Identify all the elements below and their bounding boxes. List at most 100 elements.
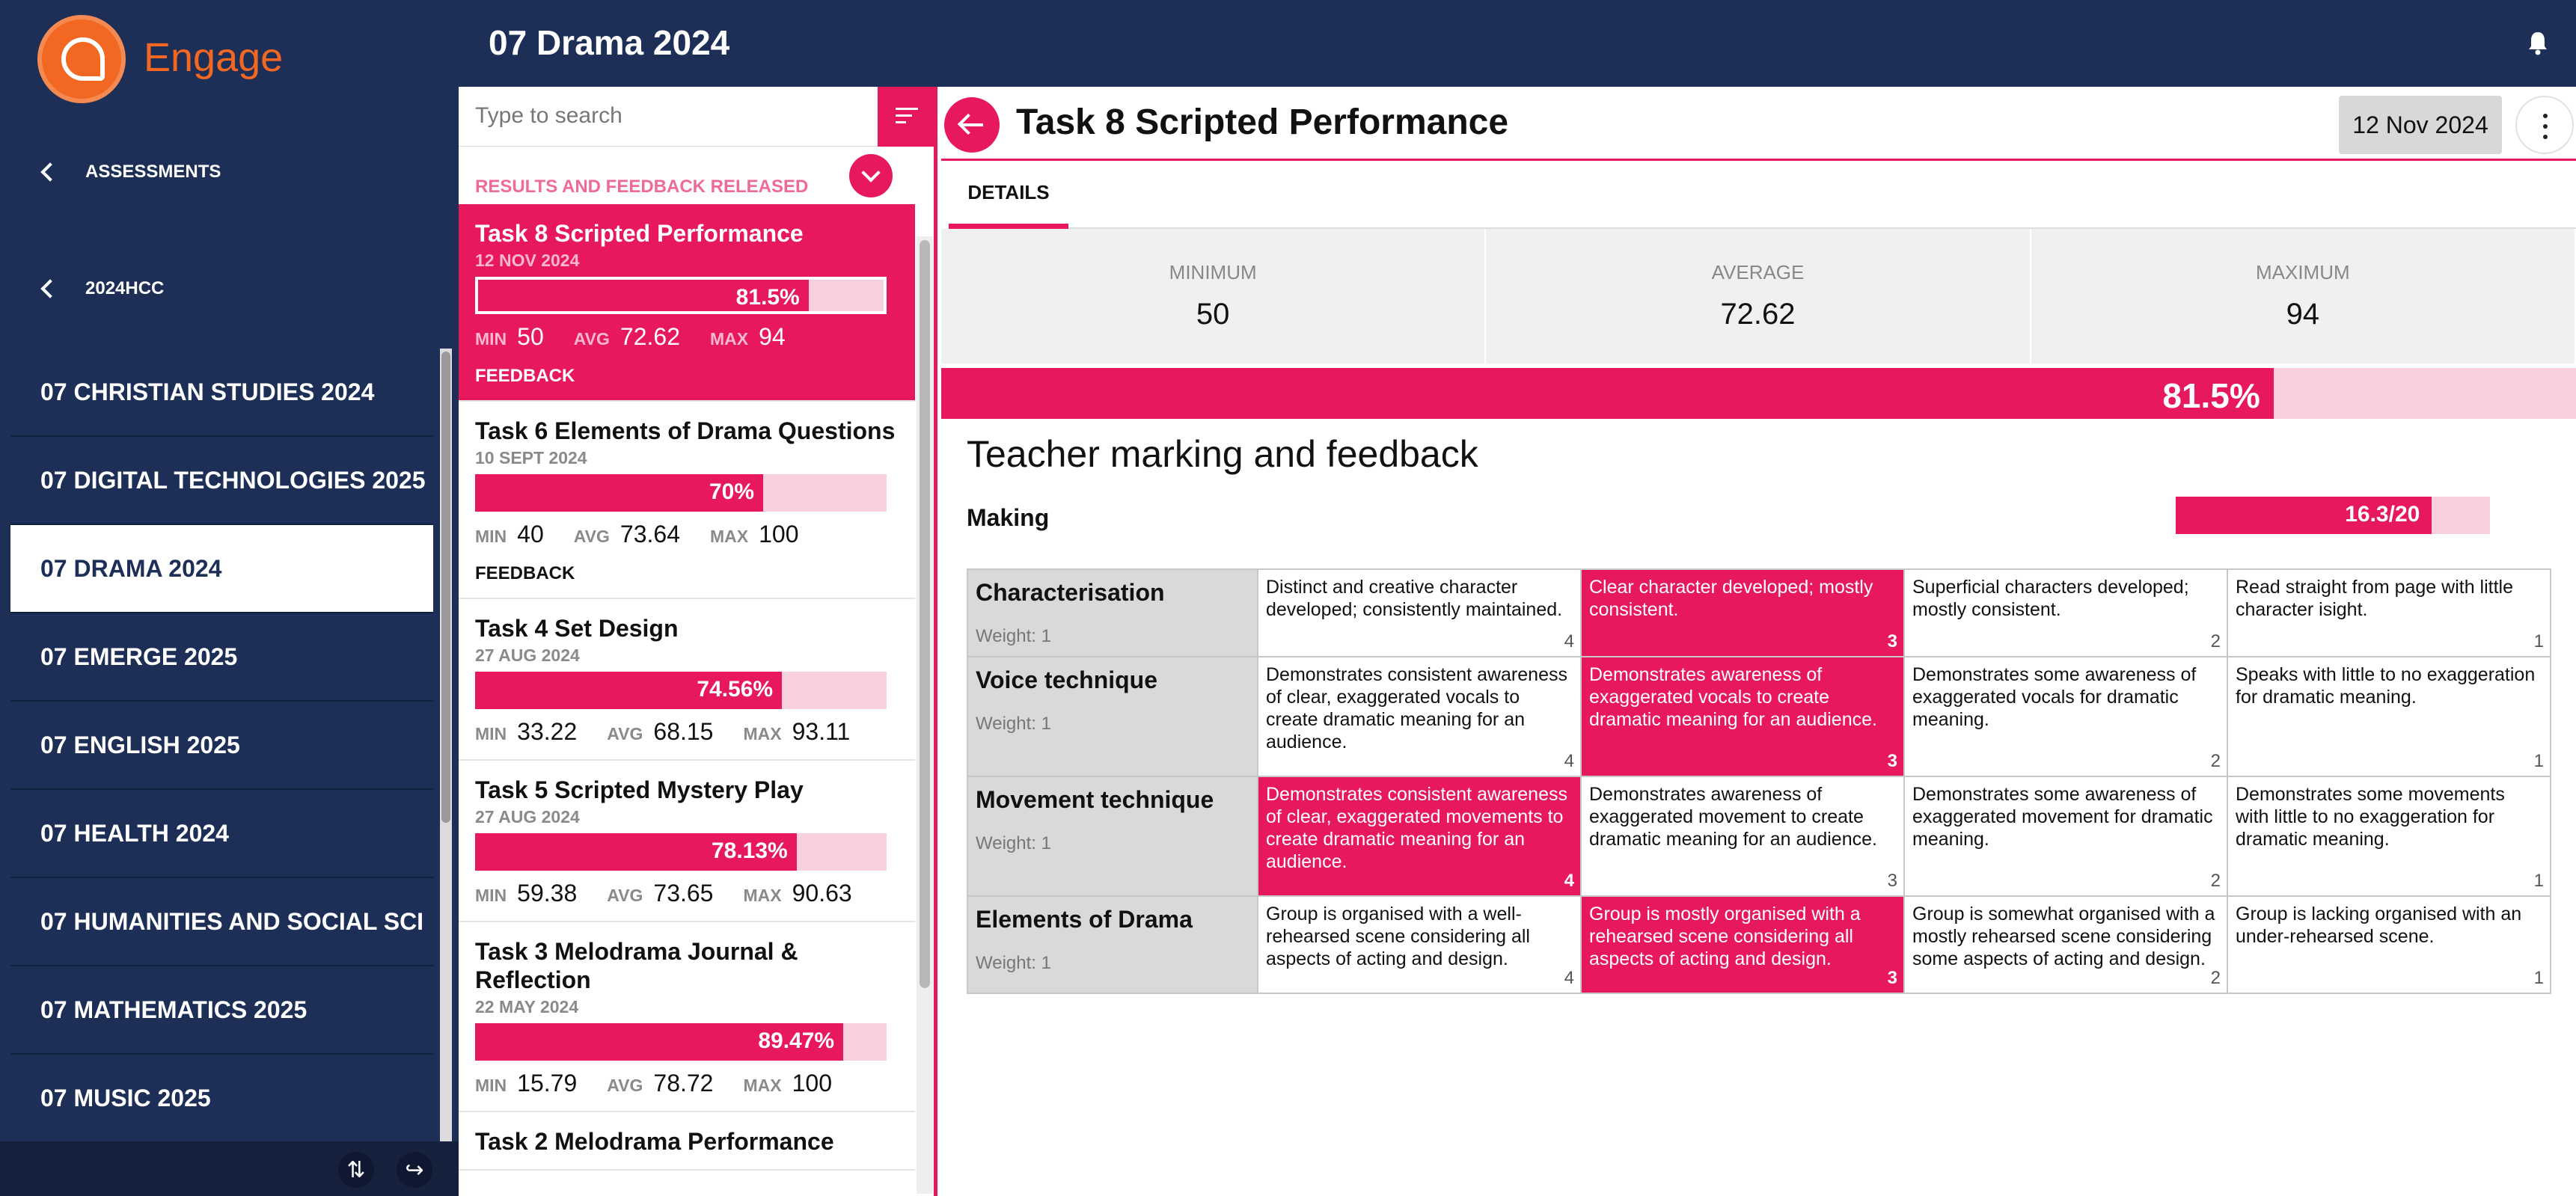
sidebar-course-item[interactable]: 07 EMERGE 2025 <box>10 613 433 702</box>
stats-summary: MINIMUM 50 AVERAGE 72.62 MAXIMUM 94 <box>941 229 2576 364</box>
rubric-row: Voice technique Weight: 1 Demonstrates con… <box>967 656 2551 777</box>
rubric-level-score: 3 <box>1887 631 1897 651</box>
task-card[interactable]: Task 2 Melodrama Performance <box>459 1112 915 1171</box>
task-card[interactable]: Task 8 Scripted Performance 12 NOV 2024 81… <box>459 204 915 402</box>
sidebar-course-item[interactable]: 07 ENGLISH 2025 <box>10 702 433 790</box>
sidebar-course-item[interactable]: 07 MATHEMATICS 2025 <box>10 966 433 1055</box>
task-card[interactable]: Task 4 Set Design 27 AUG 2024 74.56% MIN 33.… <box>459 599 915 761</box>
criterion-cell: Movement technique Weight: 1 <box>967 776 1258 897</box>
task-stat-min-label: MIN <box>475 886 507 905</box>
rubric-level-cell[interactable]: Distinct and creative character develope… <box>1257 568 1582 657</box>
back-to-year[interactable]: 2024HCC <box>37 266 164 311</box>
task-stat-avg-value: 68.15 <box>653 718 714 745</box>
task-name: Task 4 Set Design <box>475 615 679 642</box>
rubric-level-cell[interactable]: Demonstrates some movements with little … <box>2227 776 2551 897</box>
criterion-name: Elements of Drama <box>976 906 1193 933</box>
rubric-level-cell[interactable]: Group is mostly organised with a rehears… <box>1580 895 1905 994</box>
criterion-weight: Weight: 1 <box>976 714 1051 734</box>
rubric-level-cell[interactable]: Demonstrates consistent awareness of cle… <box>1257 776 1582 897</box>
task-card[interactable]: Task 5 Scripted Mystery Play 27 AUG 2024 7… <box>459 761 915 922</box>
rubric-level-cell[interactable]: Demonstrates consistent awareness of cle… <box>1257 656 1582 777</box>
tab-details[interactable]: DETAILS <box>949 162 1068 229</box>
bell-icon[interactable] <box>2527 30 2549 55</box>
rubric-level-score: 4 <box>1564 631 1574 651</box>
rubric-level-text: Demonstrates some awareness of exaggerat… <box>1912 784 2213 850</box>
header-divider <box>941 159 2576 161</box>
criterion-group-title: Making <box>967 504 1050 531</box>
filter-icon[interactable] <box>878 87 934 147</box>
thumbs-icon[interactable]: ⇅ <box>338 1152 374 1188</box>
task-stat-avg-label: AVG <box>573 329 610 349</box>
criterion-weight: Weight: 1 <box>976 626 1051 646</box>
top-bar: 07 Drama 2024 <box>459 0 2576 87</box>
task-stat-min-value: 15.79 <box>517 1070 578 1097</box>
task-score-label: 78.13% <box>711 838 788 863</box>
task-list-scrollbar-thumb[interactable] <box>920 240 930 988</box>
feedback-link[interactable]: FEEDBACK <box>475 563 899 584</box>
sidebar-course-item[interactable]: 07 DIGITAL TECHNOLOGIES 2025 <box>10 437 433 525</box>
page-title: 07 Drama 2024 <box>489 23 730 62</box>
sidebar-course-item[interactable]: 07 DRAMA 2024 <box>10 525 433 613</box>
rubric-level-text: Demonstrates awareness of exaggerated mo… <box>1589 784 1877 850</box>
task-stat-avg-label: AVG <box>573 527 610 546</box>
engage-logo-icon[interactable] <box>37 15 126 103</box>
rubric-level-score: 4 <box>1564 871 1574 891</box>
date-button[interactable]: 12 Nov 2024 <box>2339 96 2502 154</box>
overall-progress-bar: 81.5% <box>941 368 2576 419</box>
task-stat-max-label: MAX <box>743 724 782 743</box>
task-stats: MIN 50 AVG 72.62 MAX 94 <box>475 323 899 351</box>
task-date: 22 MAY 2024 <box>475 997 579 1016</box>
rubric-level-score: 1 <box>2533 871 2544 891</box>
rubric-level-cell[interactable]: Group is somewhat organised with a mostl… <box>1903 895 2228 994</box>
task-name: Task 2 Melodrama Performance <box>475 1128 834 1155</box>
logout-icon[interactable]: ↪ <box>397 1152 432 1188</box>
task-stat-avg-label: AVG <box>607 1076 643 1095</box>
chevron-left-icon <box>40 279 60 298</box>
task-date: 27 AUG 2024 <box>475 645 580 665</box>
task-stat-avg-label: AVG <box>607 886 643 905</box>
rubric-row: Characterisation Weight: 1 Distinct and cr… <box>967 568 2551 657</box>
rubric-level-score: 1 <box>2533 631 2544 651</box>
task-stat-min-value: 40 <box>517 521 544 548</box>
task-stat-avg-value: 78.72 <box>653 1070 714 1097</box>
sidebar-course-item[interactable]: 07 HUMANITIES AND SOCIAL SCI <box>10 878 433 966</box>
rubric-level-text: Group is somewhat organised with a mostl… <box>1912 904 2215 969</box>
more-options-icon[interactable] <box>2515 96 2574 154</box>
sidebar-scrollbar-thumb[interactable] <box>441 352 450 823</box>
task-stat-min-label: MIN <box>475 1076 507 1095</box>
rubric-level-cell[interactable]: Group is lacking organised with an under… <box>2227 895 2551 994</box>
task-stat-max-label: MAX <box>743 886 782 905</box>
task-stat-min-value: 50 <box>517 323 544 350</box>
task-card[interactable]: Task 3 Melodrama Journal & Reflection 22 … <box>459 922 915 1112</box>
rubric-level-cell[interactable]: Read straight from page with little char… <box>2227 568 2551 657</box>
rubric-level-score: 4 <box>1564 751 1574 771</box>
back-to-assessments[interactable]: ASSESSMENTS <box>37 150 221 194</box>
rubric-level-cell[interactable]: Demonstrates some awareness of exaggerat… <box>1903 656 2228 777</box>
rubric-level-cell[interactable]: Demonstrates awareness of exaggerated mo… <box>1580 776 1905 897</box>
task-stat-max-value: 94 <box>759 323 786 350</box>
task-score-label: 70% <box>709 479 754 504</box>
overall-progress-fill <box>941 368 2274 419</box>
criterion-weight: Weight: 1 <box>976 833 1051 853</box>
rubric-level-cell[interactable]: Demonstrates some awareness of exaggerat… <box>1903 776 2228 897</box>
rubric-level-score: 3 <box>1887 968 1897 988</box>
sidebar-course-item[interactable]: 07 MUSIC 2025 <box>10 1055 433 1141</box>
back-arrow-icon[interactable] <box>944 97 1000 153</box>
app-root: Engage ASSESSMENTS 2024HCC 07 CHRISTIAN … <box>0 0 2576 1196</box>
rubric-row: Movement technique Weight: 1 Demonstrates … <box>967 776 2551 897</box>
rubric-level-cell[interactable]: Speaks with little to no exaggeration fo… <box>2227 656 2551 777</box>
overall-progress-label: 81.5% <box>2162 376 2260 415</box>
search-input[interactable]: Type to search <box>459 87 878 147</box>
rubric-level-score: 4 <box>1564 968 1574 988</box>
rubric-level-text: Group is mostly organised with a rehears… <box>1589 904 1861 969</box>
feedback-link[interactable]: FEEDBACK <box>475 366 899 387</box>
rubric-level-cell[interactable]: Demonstrates awareness of exaggerated vo… <box>1580 656 1905 777</box>
chevron-down-icon[interactable] <box>849 154 893 197</box>
rubric-level-cell[interactable]: Superficial characters developed; mostly… <box>1903 568 2228 657</box>
sidebar-course-item[interactable]: 07 CHRISTIAN STUDIES 2024 <box>10 349 433 437</box>
rubric-level-cell[interactable]: Clear character developed; mostly consis… <box>1580 568 1905 657</box>
rubric-level-cell[interactable]: Group is organised with a well-rehearsed… <box>1257 895 1582 994</box>
rubric-level-text: Demonstrates awareness of exaggerated vo… <box>1589 664 1877 730</box>
sidebar-course-item[interactable]: 07 HEALTH 2024 <box>10 790 433 878</box>
task-card[interactable]: Task 6 Elements of Drama Questions 10 SEP… <box>459 402 915 599</box>
